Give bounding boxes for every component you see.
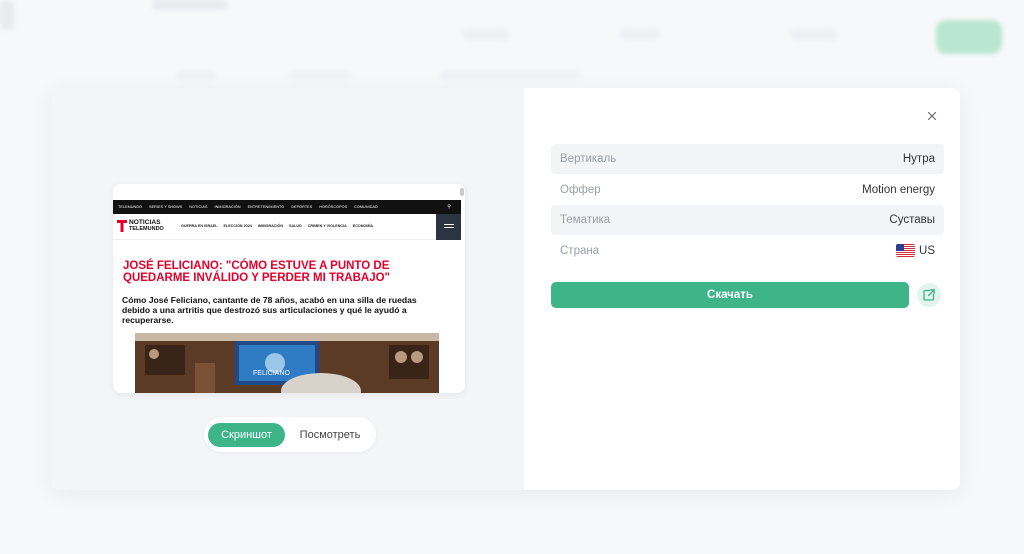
landing-search-icon: ⚲ [447,204,451,210]
view-mode-toggle: Скриншот Посмотреть [204,417,376,452]
screenshot-scrollbar[interactable] [460,188,464,196]
detail-label: Оффер [560,183,601,196]
detail-row-theme: Тематика Суставы [551,205,944,235]
landing-nav-item: DEPORTES [291,205,313,209]
landing-nav-item: NOTICIAS [189,205,208,209]
detail-value: Суставы [889,214,935,226]
close-button[interactable] [924,108,940,124]
landing-nav-item: ENTRETENIMIENTO [247,205,285,209]
background-element [290,70,350,80]
detail-value: Нутра [902,153,935,165]
landing-logo: NOTICIAS TELEMUNDO [117,219,164,232]
country-code: US [919,244,935,257]
detail-value: Motion energy [862,183,935,196]
landing-nav-item: HORÓSCOPOS [319,205,348,209]
landing-brand-line2: TELEMUNDO [129,226,164,232]
us-flag-icon [896,244,916,257]
details-list: Вертикаль Нутра Оффер Motion energy Тема… [551,144,944,266]
landing-screenshot[interactable]: TELEMUNDO SERIES Y SHOWS NOTICIAS INMIGR… [113,184,465,393]
landing-nav-item: TELEMUNDO [118,205,143,209]
article-photo-caption: FELICIANO [253,370,291,377]
background-element [440,70,580,80]
landing-section-link: ELECCIÓN 2024 [223,224,252,228]
background-element [620,28,660,40]
info-pane: Вертикаль Нутра Оффер Motion energy Тема… [524,88,960,490]
detail-label: Тематика [560,214,611,226]
external-link-icon [923,289,935,301]
landing-nav-item: COMUNIDAD [354,205,378,209]
landing-section-links: GUERRA EN ISRAEL ELECCIÓN 2024 INMIGRACI… [181,224,373,228]
download-button[interactable]: Скачать [551,282,909,308]
background-element [0,0,14,30]
background-element [790,28,838,40]
landing-section-link: ECONOMÍA [352,224,374,228]
landing-section-link: CRIMEN Y VIOLENCIA [307,224,347,228]
article-photo-image: FELICIANO [135,333,439,393]
landing-page-image: TELEMUNDO SERIES Y SHOWS NOTICIAS INMIGR… [113,200,461,393]
landing-section-link: SALUD [289,224,302,228]
landing-nav-item: INMIGRACIÓN [214,205,241,209]
landing-article-photo: FELICIANO [135,333,439,393]
detail-label: Страна [560,244,600,257]
background-element [152,0,228,10]
landing-top-nav: TELEMUNDO SERIES Y SHOWS NOTICIAS INMIGR… [113,200,461,214]
close-icon [927,111,937,121]
detail-row-country: Страна US [551,236,944,266]
background-element [176,70,216,80]
detail-row-vertical: Вертикаль Нутра [551,144,944,174]
detail-value-country: US [896,244,935,257]
landing-headline: JOSÉ FELICIANO: "CÓMO ESTUVE A PUNTO DE … [123,260,390,284]
creative-modal: TELEMUNDO SERIES Y SHOWS NOTICIAS INMIGR… [52,88,960,490]
background-primary-button [936,20,1002,54]
view-tab[interactable]: Посмотреть [290,423,370,447]
open-link-button[interactable] [917,283,941,307]
detail-label: Вертикаль [560,153,617,165]
landing-section-link: GUERRA EN ISRAEL [181,224,218,228]
landing-brand-bar: NOTICIAS TELEMUNDO GUERRA EN ISRAEL ELEC… [113,214,461,240]
background-element [462,28,510,40]
screenshot-tab[interactable]: Скриншот [208,423,285,447]
landing-nav-item: SERIES Y SHOWS [149,205,183,209]
landing-section-link: INMIGRACIÓN [257,224,284,228]
landing-subheadline: Cómo José Feliciano, cantante de 78 años… [122,295,417,325]
detail-row-offer: Оффер Motion energy [551,175,944,205]
landing-menu-icon [436,214,461,240]
telemundo-logo-icon [117,220,127,232]
preview-pane: TELEMUNDO SERIES Y SHOWS NOTICIAS INMIGR… [52,88,524,490]
